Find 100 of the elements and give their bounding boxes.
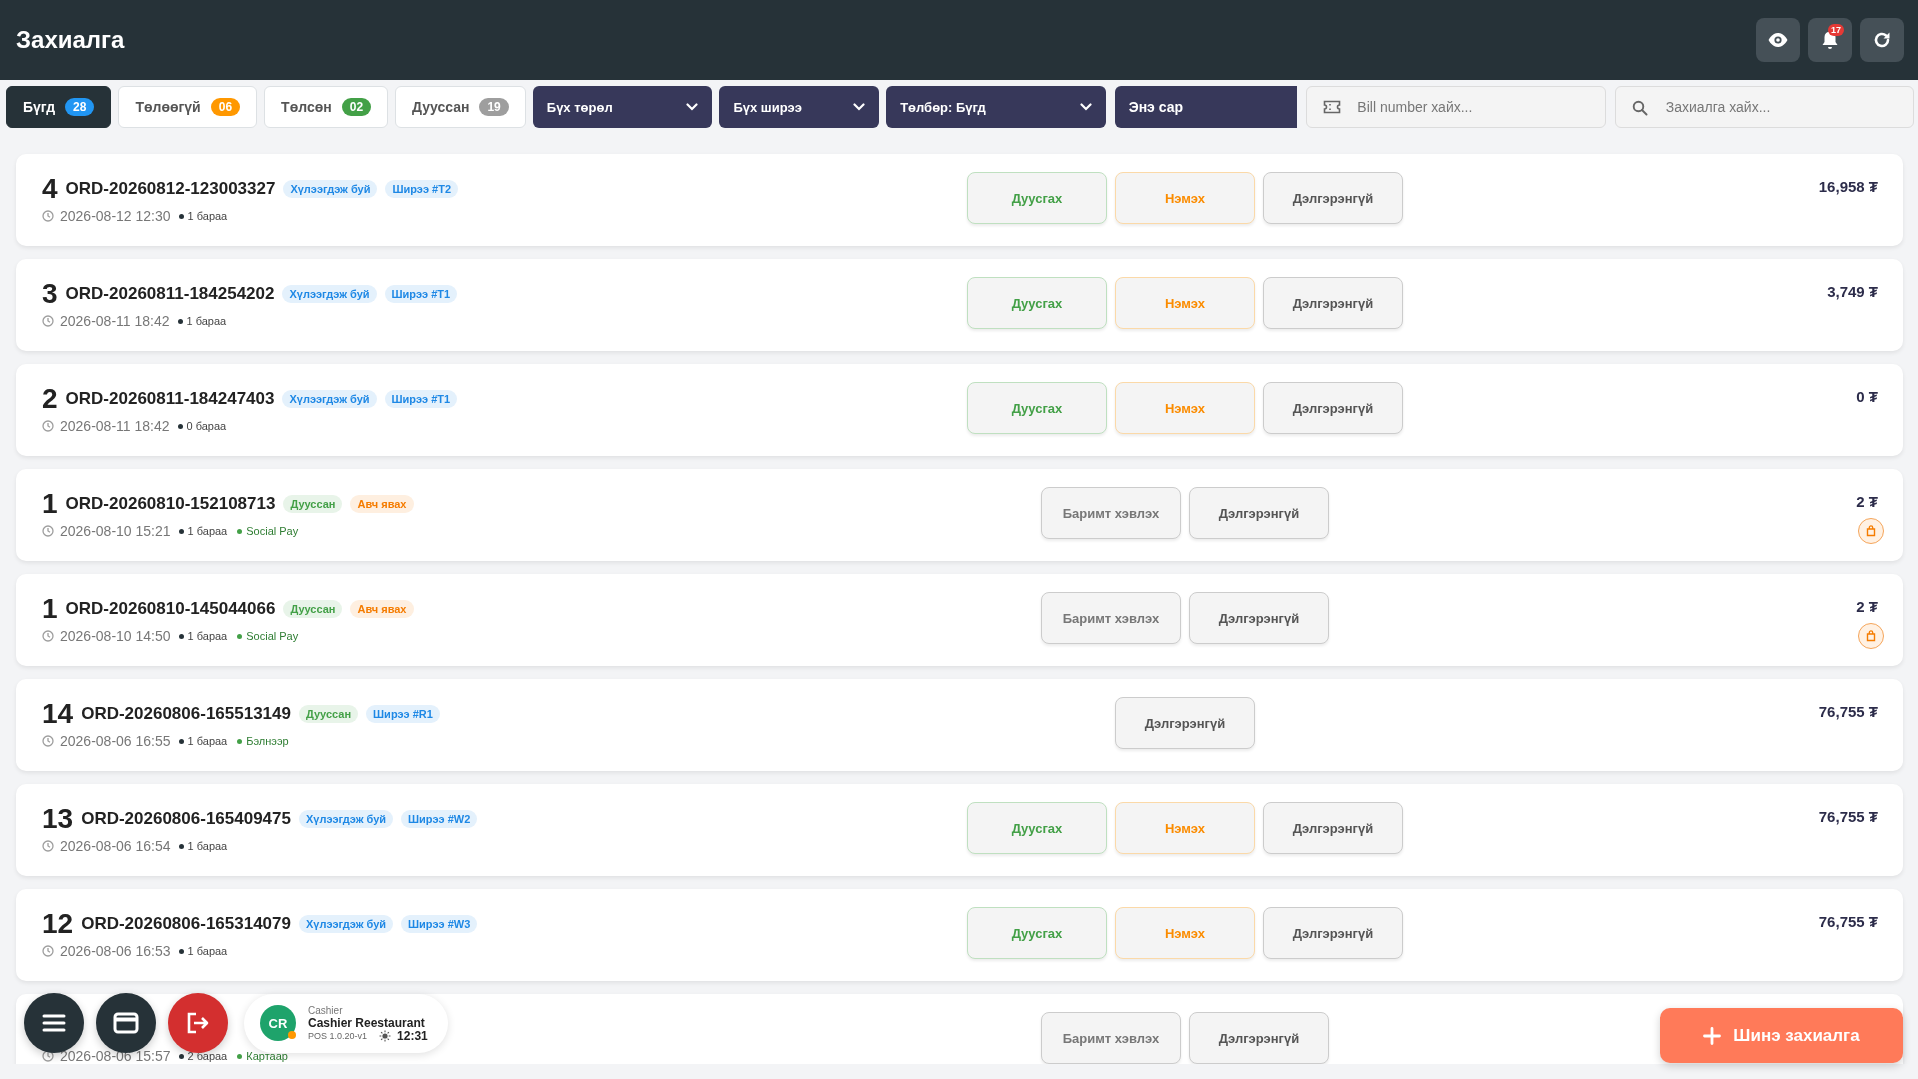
tab-label: Төлсөн xyxy=(281,99,332,115)
bill-search-field[interactable]: Bill number хайх... xyxy=(1306,86,1606,128)
status-tag: Хүлээгдэж буй xyxy=(299,810,394,828)
payment-method: Бэлнээр xyxy=(246,735,289,747)
item-count: 1 бараа xyxy=(187,840,228,852)
status-tag: Хүлээгдэж буй xyxy=(299,915,394,933)
status-tag: Хүлээгдэж буй xyxy=(282,285,377,303)
bag-icon xyxy=(1865,525,1877,537)
search-icon xyxy=(1631,100,1648,116)
print-receipt-button[interactable]: Баримт хэвлэх xyxy=(1041,1012,1181,1064)
item-count: 1 бараа xyxy=(187,210,228,222)
order-date: 2026-08-11 18:42 xyxy=(60,313,170,329)
order-amount: 76,755 ₮ xyxy=(1818,913,1878,930)
print-receipt-button[interactable]: Баримт хэвлэх xyxy=(1041,487,1181,539)
tab-label: Төлөөгүй xyxy=(135,99,201,115)
item-count: 2 бараа xyxy=(187,1050,228,1062)
user-role: Cashier xyxy=(308,1003,344,1017)
order-date: 2026-08-10 14:50 xyxy=(60,628,171,644)
menu-icon xyxy=(42,1014,66,1032)
refresh-button[interactable] xyxy=(1860,18,1904,62)
chevron-down-icon xyxy=(853,103,866,111)
order-date: 2026-08-06 16:54 xyxy=(60,838,171,854)
order-amount: 2 ₮ xyxy=(1856,493,1878,510)
order-card[interactable]: 13 ORD-20260806-165409475 Хүлээгдэж буй Ширээ #W2 2026-08-06 16:54 1 бараа Дуусгах Нэмэх Дэлгэрэнгүй 76,755 ₮ xyxy=(16,784,1903,876)
order-amount: 3,749 ₮ xyxy=(1827,283,1878,300)
details-button[interactable]: Дэлгэрэнгүй xyxy=(1189,1012,1329,1064)
order-date: 2026-08-11 18:42 xyxy=(60,418,170,434)
order-card[interactable]: 2 ORD-20260811-184247403 Хүлээгдэж буй Ширээ #T1 2026-08-11 18:42 0 бараа Дуусгах Нэмэх Дэлгэрэнгүй 0 ₮ xyxy=(16,364,1903,456)
chevron-down-icon xyxy=(1079,103,1092,111)
details-button[interactable]: Дэлгэрэнгүй xyxy=(1189,487,1329,539)
order-amount: 2 ₮ xyxy=(1856,598,1878,615)
details-button[interactable]: Дэлгэрэнгүй xyxy=(1263,802,1403,854)
date-filter-button[interactable]: Энэ сар xyxy=(1114,86,1298,128)
clock-icon xyxy=(42,735,54,747)
status-tag: Дууссан xyxy=(283,495,343,513)
sun-icon xyxy=(379,1030,392,1042)
order-card[interactable]: 4 ORD-20260812-123003327 Хүлээгдэж буй Ширээ #T2 2026-08-12 12:30 1 бараа Дуусгах Нэмэх Дэлгэрэнгүй 16,958 ₮ xyxy=(16,154,1903,246)
status-dot xyxy=(288,1031,296,1039)
order-date: 2026-08-10 15:21 xyxy=(60,523,171,539)
count-badge: 06 xyxy=(210,98,241,116)
order-number: 13 xyxy=(42,804,74,834)
status-tab[interactable]: Төлсөн 02 xyxy=(264,86,389,128)
order-search-field[interactable]: Захиалга хайх... xyxy=(1614,86,1914,128)
status-tag: Ширээ #T2 xyxy=(385,180,459,198)
details-button[interactable]: Дэлгэрэнгүй xyxy=(1263,172,1403,224)
status-tag: Ширээ #T1 xyxy=(384,285,458,303)
order-card[interactable]: 3 ORD-20260811-184254202 Хүлээгдэж буй Ширээ #T1 2026-08-11 18:42 1 бараа Дуусгах Нэмэх Дэлгэрэнгүй 3,749 ₮ xyxy=(16,259,1903,351)
status-tab[interactable]: Дууссан 19 xyxy=(395,86,526,128)
status-tag: Ширээ #R1 xyxy=(366,705,440,723)
order-card[interactable]: 12 ORD-20260806-165314079 Хүлээгдэж буй Ширээ #W3 2026-08-06 16:53 1 бараа Дуусгах Нэмэх Дэлгэрэнгүй 76,755 ₮ xyxy=(16,889,1903,981)
filter-dropdown[interactable]: Төлбөр: Бүгд xyxy=(886,86,1106,128)
clock-icon xyxy=(42,1050,54,1062)
order-date: 2026-08-06 16:53 xyxy=(60,943,171,959)
order-card[interactable]: 1 ORD-20260810-152108713 Дууссан Авч явах 2026-08-10 15:21 1 бараа Social Pay Баримт хэвлэх Дэлгэрэнгүй 2 ₮ xyxy=(16,469,1903,561)
item-count: 1 бараа xyxy=(187,735,228,747)
order-id: ORD-20260810-152108713 xyxy=(65,494,276,514)
plus-icon xyxy=(1703,1026,1722,1045)
order-date: 2026-08-06 16:55 xyxy=(60,733,171,749)
clock-icon xyxy=(42,525,54,537)
page-title: Захиалга xyxy=(16,26,125,54)
item-count: 1 бараа xyxy=(187,630,228,642)
notifications-button[interactable]: 17 xyxy=(1808,18,1852,62)
status-tab[interactable]: Төлөөгүй 06 xyxy=(118,86,258,128)
bag-icon xyxy=(1865,630,1877,642)
details-button[interactable]: Дэлгэрэнгүй xyxy=(1263,382,1403,434)
order-id: ORD-20260812-123003327 xyxy=(65,179,276,199)
item-count: 1 бараа xyxy=(187,945,228,957)
filter-dropdown[interactable]: Бүх төрөл xyxy=(532,86,713,128)
order-id: ORD-20260806-165409475 xyxy=(81,809,291,829)
details-button[interactable]: Дэлгэрэнгүй xyxy=(1263,277,1403,329)
order-number: 1 xyxy=(42,594,58,624)
clock-icon xyxy=(42,210,54,222)
order-id: ORD-20260811-184254202 xyxy=(65,284,275,304)
refresh-icon xyxy=(1872,30,1892,50)
item-count: 0 бараа xyxy=(186,420,227,432)
order-id: ORD-20260811-184247403 xyxy=(65,389,275,409)
order-card[interactable]: 1 ORD-20260810-145044066 Дууссан Авч явах 2026-08-10 14:50 1 бараа Social Pay Баримт хэвлэх Дэлгэрэнгүй 2 ₮ xyxy=(16,574,1903,666)
status-tag: Ширээ #T1 xyxy=(384,390,458,408)
details-button[interactable]: Дэлгэрэнгүй xyxy=(1115,697,1255,749)
details-button[interactable]: Дэлгэрэнгүй xyxy=(1189,592,1329,644)
status-tab[interactable]: Бүгд 28 xyxy=(6,86,112,128)
view-button[interactable] xyxy=(1756,18,1800,62)
order-number: 14 xyxy=(42,699,74,729)
payment-method: Social Pay xyxy=(246,525,299,537)
notification-badge: 17 xyxy=(1828,24,1844,36)
tab-label: Бүгд xyxy=(23,99,56,115)
print-receipt-button[interactable]: Баримт хэвлэх xyxy=(1041,592,1181,644)
order-id: ORD-20260806-165513149 xyxy=(81,704,291,724)
payment-method: Social Pay xyxy=(246,630,299,642)
order-card[interactable]: 14 ORD-20260806-165513149 Дууссан Ширээ #R1 2026-08-06 16:55 1 бараа Бэлнээр Дэлгэрэнгүй 76,755 ₮ xyxy=(16,679,1903,771)
details-button[interactable]: Дэлгэрэнгүй xyxy=(1263,907,1403,959)
status-tag: Дууссан xyxy=(283,600,343,618)
clock-icon xyxy=(42,945,54,957)
filter-dropdown[interactable]: Бүх ширээ xyxy=(719,86,880,128)
order-number: 4 xyxy=(42,174,58,204)
dropdown-label: Бүх төрөл xyxy=(546,99,613,115)
order-amount: 76,755 ₮ xyxy=(1818,808,1878,825)
app-version: POS 1.0.20-v1 xyxy=(308,1029,368,1043)
status-tag: Дууссан xyxy=(299,705,359,723)
clock-icon xyxy=(42,840,54,852)
